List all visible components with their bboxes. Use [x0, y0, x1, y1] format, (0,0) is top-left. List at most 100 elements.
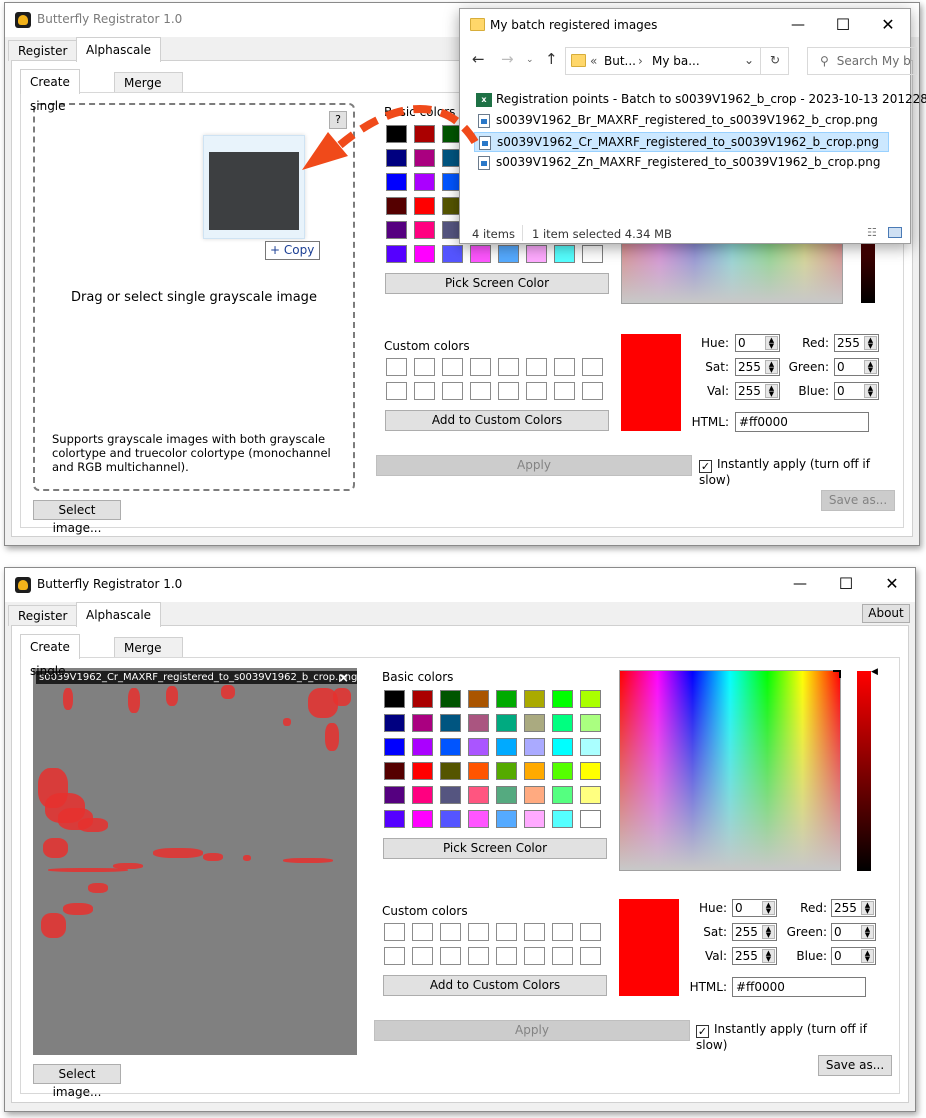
large-icons-view-icon[interactable]	[888, 227, 902, 238]
basic-color-swatch[interactable]	[440, 738, 461, 756]
basic-color-swatch[interactable]	[412, 810, 433, 828]
refresh-icon[interactable]: ↻	[770, 53, 780, 67]
basic-color-swatch[interactable]	[412, 738, 433, 756]
custom-color-swatch[interactable]	[414, 382, 435, 400]
basic-color-swatch[interactable]	[468, 762, 489, 780]
basic-color-swatch[interactable]	[524, 738, 545, 756]
tab-merge-multiple[interactable]: Merge multiple	[114, 637, 183, 675]
about-button[interactable]: About	[862, 604, 910, 623]
basic-color-swatch[interactable]	[582, 245, 603, 263]
minimize-button[interactable]: —	[777, 568, 823, 600]
spin-arrows-icon[interactable]: ▲ ▼	[762, 925, 775, 939]
pick-screen-color-button[interactable]: Pick Screen Color	[383, 838, 607, 859]
sat-spinbox[interactable]: 255 ▲ ▼	[732, 923, 777, 941]
checkbox-checked-icon[interactable]: ✓	[699, 460, 712, 473]
basic-color-swatch[interactable]	[552, 786, 573, 804]
spin-arrows-icon[interactable]: ▲ ▼	[765, 384, 778, 398]
checkbox-checked-icon[interactable]: ✓	[696, 1025, 709, 1038]
basic-color-swatch[interactable]	[498, 245, 519, 263]
save-as-button[interactable]: Save as...	[818, 1055, 892, 1076]
search-input[interactable]: ⚲ Search My b	[807, 47, 917, 75]
file-list-item[interactable]: s0039V1962_Cr_MAXRF_registered_to_s0039V…	[474, 132, 889, 152]
custom-color-swatch[interactable]	[526, 358, 547, 376]
tab-merge-multiple[interactable]: Merge multiple	[114, 72, 183, 110]
forward-arrow-icon[interactable]: →	[501, 50, 514, 68]
basic-color-swatch[interactable]	[468, 786, 489, 804]
basic-color-swatch[interactable]	[386, 245, 407, 263]
minimize-button[interactable]: —	[775, 9, 821, 41]
details-view-icon[interactable]: ☷	[867, 226, 877, 239]
custom-color-swatch[interactable]	[440, 923, 461, 941]
tab-alphascale[interactable]: Alphascale	[76, 602, 162, 627]
tab-create-single[interactable]: Create single	[20, 69, 80, 113]
basic-color-swatch[interactable]	[468, 738, 489, 756]
custom-color-swatch[interactable]	[470, 358, 491, 376]
custom-color-swatch[interactable]	[524, 923, 545, 941]
basic-color-swatch[interactable]	[414, 245, 435, 263]
custom-color-swatch[interactable]	[412, 923, 433, 941]
hue-spinbox[interactable]: 0 ▲ ▼	[735, 334, 780, 352]
basic-color-swatch[interactable]	[552, 810, 573, 828]
basic-color-swatch[interactable]	[440, 810, 461, 828]
maximize-button[interactable]: ☐	[823, 568, 869, 600]
custom-color-swatch[interactable]	[524, 947, 545, 965]
red-spinbox[interactable]: 255 ▲ ▼	[831, 899, 876, 917]
custom-color-swatch[interactable]	[582, 358, 603, 376]
apply-button[interactable]: Apply	[376, 455, 692, 476]
basic-color-swatch[interactable]	[440, 762, 461, 780]
basic-color-swatch[interactable]	[496, 738, 517, 756]
val-spinbox[interactable]: 255 ▲ ▼	[735, 382, 780, 400]
basic-color-swatch[interactable]	[580, 810, 601, 828]
basic-color-swatch[interactable]	[384, 738, 405, 756]
basic-color-swatch[interactable]	[552, 690, 573, 708]
custom-color-swatch[interactable]	[498, 382, 519, 400]
html-color-input[interactable]: #ff0000	[735, 412, 869, 432]
basic-color-swatch[interactable]	[524, 810, 545, 828]
file-list-item[interactable]: x Registration points - Batch to s0039V19…	[474, 90, 926, 110]
basic-color-swatch[interactable]	[414, 197, 435, 215]
spin-arrows-icon[interactable]: ▲ ▼	[864, 384, 877, 398]
apply-button[interactable]: Apply	[374, 1020, 690, 1041]
custom-color-swatch[interactable]	[442, 358, 463, 376]
custom-color-swatch[interactable]	[412, 947, 433, 965]
spin-arrows-icon[interactable]: ▲ ▼	[864, 360, 877, 374]
spin-arrows-icon[interactable]: ▲ ▼	[861, 925, 874, 939]
blue-spinbox[interactable]: 0 ▲ ▼	[831, 947, 876, 965]
sat-spinbox[interactable]: 255 ▲ ▼	[735, 358, 780, 376]
spin-arrows-icon[interactable]: ▲ ▼	[864, 336, 877, 350]
custom-color-swatch[interactable]	[526, 382, 547, 400]
hue-spinbox[interactable]: 0 ▲ ▼	[732, 899, 777, 917]
add-custom-colors-button[interactable]: Add to Custom Colors	[383, 975, 607, 996]
red-spinbox[interactable]: 255 ▲ ▼	[834, 334, 879, 352]
custom-color-swatch[interactable]	[384, 923, 405, 941]
basic-color-swatch[interactable]	[440, 714, 461, 732]
basic-color-swatch[interactable]	[552, 714, 573, 732]
back-arrow-icon[interactable]: ←	[472, 50, 485, 68]
up-arrow-icon[interactable]: ↑	[545, 50, 558, 68]
basic-color-swatch[interactable]	[496, 810, 517, 828]
custom-color-swatch[interactable]	[470, 382, 491, 400]
basic-color-swatch[interactable]	[552, 762, 573, 780]
basic-color-swatch[interactable]	[496, 690, 517, 708]
html-color-input[interactable]: #ff0000	[732, 977, 866, 997]
basic-color-swatch[interactable]	[526, 245, 547, 263]
add-custom-colors-button[interactable]: Add to Custom Colors	[385, 410, 609, 431]
tab-register[interactable]: Register	[8, 40, 78, 61]
basic-color-swatch[interactable]	[414, 221, 435, 239]
recent-locations-chevron-icon[interactable]: ⌄	[526, 55, 534, 65]
spin-arrows-icon[interactable]: ▲ ▼	[861, 949, 874, 963]
basic-color-swatch[interactable]	[496, 762, 517, 780]
custom-color-swatch[interactable]	[580, 923, 601, 941]
basic-color-swatch[interactable]	[384, 810, 405, 828]
tab-create-single[interactable]: Create single	[20, 634, 80, 678]
custom-color-swatch[interactable]	[580, 947, 601, 965]
custom-color-swatch[interactable]	[440, 947, 461, 965]
breadcrumb-item[interactable]: But...	[604, 54, 636, 68]
breadcrumb-item[interactable]: My ba...	[652, 54, 700, 68]
close-image-icon[interactable]: ×	[338, 671, 349, 686]
alphascale-image-view[interactable]: s0039V1962_Cr_MAXRF_registered_to_s0039V…	[33, 668, 357, 1055]
basic-color-swatch[interactable]	[470, 245, 491, 263]
basic-color-swatch[interactable]	[580, 738, 601, 756]
save-as-button[interactable]: Save as...	[821, 490, 895, 511]
tab-register[interactable]: Register	[8, 605, 78, 626]
